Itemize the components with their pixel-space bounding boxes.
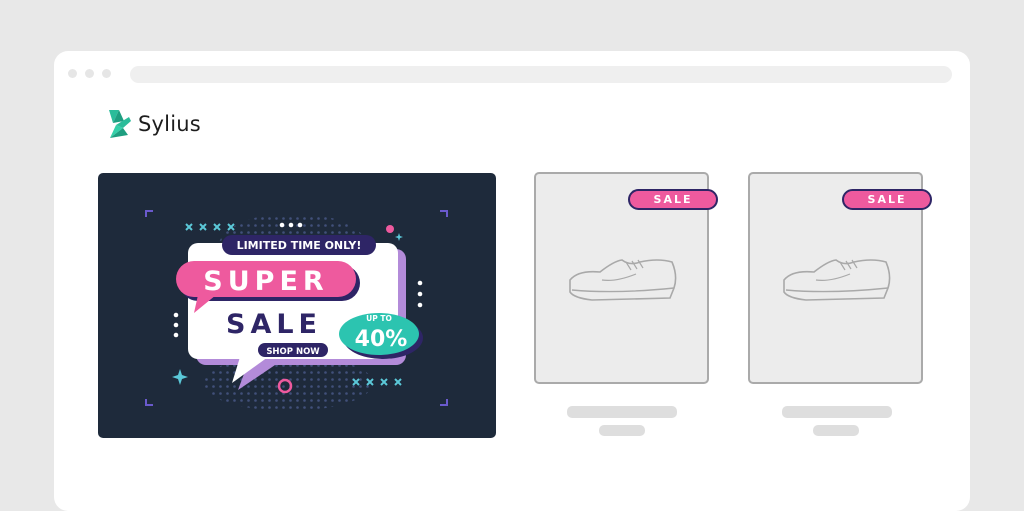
sylius-logo[interactable]: Sylius: [106, 108, 201, 140]
product-price-placeholder: [813, 425, 859, 436]
banner-tagline: LIMITED TIME ONLY!: [237, 239, 362, 252]
banner-shop-now[interactable]: SHOP NOW: [266, 347, 320, 357]
product-title-placeholder: [567, 406, 677, 418]
banner-discount-prefix: UP TO: [366, 314, 392, 323]
browser-window: Sylius LIMITED TIME ONLY! SUPER SALE SHO…: [54, 51, 970, 511]
sylius-logo-icon: [109, 110, 131, 138]
sale-badge-label: SALE: [867, 193, 907, 206]
product-title-placeholder: [782, 406, 892, 418]
banner-discount-value: 40%: [355, 327, 408, 352]
promo-banner[interactable]: LIMITED TIME ONLY! SUPER SALE SHOP NOW U…: [98, 173, 496, 438]
sale-badge: SALE: [842, 189, 932, 210]
sneaker-icon: [569, 259, 677, 301]
brand-name: Sylius: [138, 112, 201, 136]
sneaker-icon: [783, 259, 891, 301]
sale-badge: SALE: [628, 189, 718, 210]
sale-badge-label: SALE: [653, 193, 693, 206]
window-minimize-dot[interactable]: [85, 69, 94, 78]
banner-headline-sale: SALE: [226, 309, 322, 340]
window-maximize-dot[interactable]: [102, 69, 111, 78]
window-close-dot[interactable]: [68, 69, 77, 78]
super-sale-illustration: LIMITED TIME ONLY! SUPER SALE SHOP NOW U…: [145, 210, 448, 411]
address-bar[interactable]: [130, 66, 952, 83]
banner-headline-super: SUPER: [203, 266, 328, 297]
product-price-placeholder: [599, 425, 645, 436]
